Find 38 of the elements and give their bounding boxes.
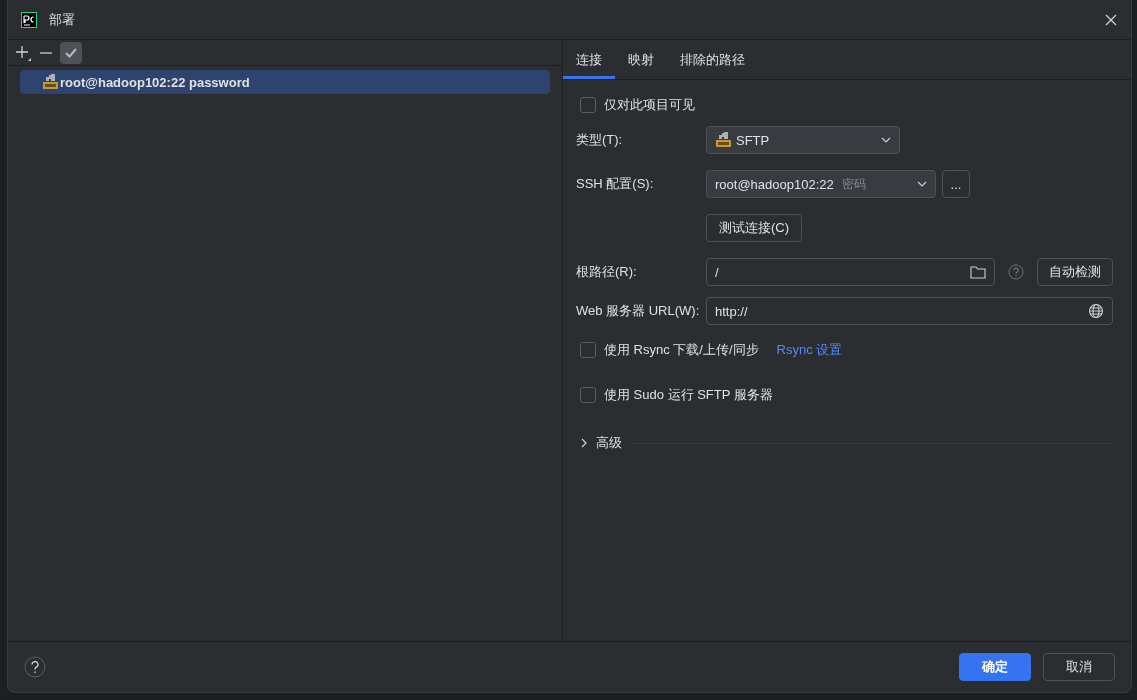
- ssh-config-dropdown[interactable]: root@hadoop102:22 密码: [706, 170, 936, 198]
- tab[interactable]: 映射: [615, 40, 667, 79]
- field-label: 类型(T):: [576, 131, 624, 149]
- more-button[interactable]: ...: [942, 170, 970, 198]
- root-path-field[interactable]: /: [706, 258, 995, 286]
- checkbox-label: 仅对此项目可见: [604, 96, 695, 114]
- section-title[interactable]: 高级: [596, 434, 622, 452]
- type-dropdown[interactable]: SFTP: [706, 126, 900, 154]
- test-connection-button[interactable]: 测试连接(C): [706, 214, 803, 242]
- apply-button[interactable]: [60, 41, 82, 64]
- tab[interactable]: 排除的路径: [667, 40, 758, 79]
- close-icon[interactable]: [1104, 12, 1118, 27]
- field-label: SSH 配置(S):: [576, 175, 655, 193]
- checkbox-label: 使用 Rsync 下载/上传/同步: [604, 341, 759, 359]
- cancel-button[interactable]: 取消: [1043, 653, 1115, 681]
- checkbox[interactable]: [580, 97, 596, 113]
- web-server-url-field[interactable]: http://: [706, 297, 1113, 325]
- ok-button[interactable]: 确定: [959, 653, 1031, 681]
- sftp-server-icon: [42, 74, 59, 90]
- globe-icon: [1088, 303, 1104, 319]
- chevron-right-icon[interactable]: [580, 438, 588, 448]
- window-title: 部署: [49, 10, 75, 29]
- checkbox-label: 使用 Sudo 运行 SFTP 服务器: [604, 386, 773, 404]
- tab[interactable]: 连接: [563, 40, 615, 79]
- auto-detect-button[interactable]: 自动检测: [1037, 258, 1113, 286]
- sftp-server-icon: [715, 132, 732, 148]
- chevron-down-icon: [881, 137, 891, 143]
- checkbox[interactable]: [580, 387, 596, 403]
- chevron-down-icon: [917, 181, 927, 187]
- add-icon[interactable]: [14, 43, 32, 62]
- rsync-settings-link[interactable]: Rsync 设置: [776, 341, 843, 359]
- app-logo-icon: [21, 11, 37, 28]
- checkbox[interactable]: [580, 342, 596, 358]
- field-label: Web 服务器 URL(W):: [576, 302, 701, 320]
- folder-icon[interactable]: [970, 265, 986, 279]
- help-icon[interactable]: [24, 656, 46, 678]
- server-list-item[interactable]: root@hadoop102:22 password: [20, 70, 550, 94]
- field-label: 根路径(R):: [576, 263, 638, 281]
